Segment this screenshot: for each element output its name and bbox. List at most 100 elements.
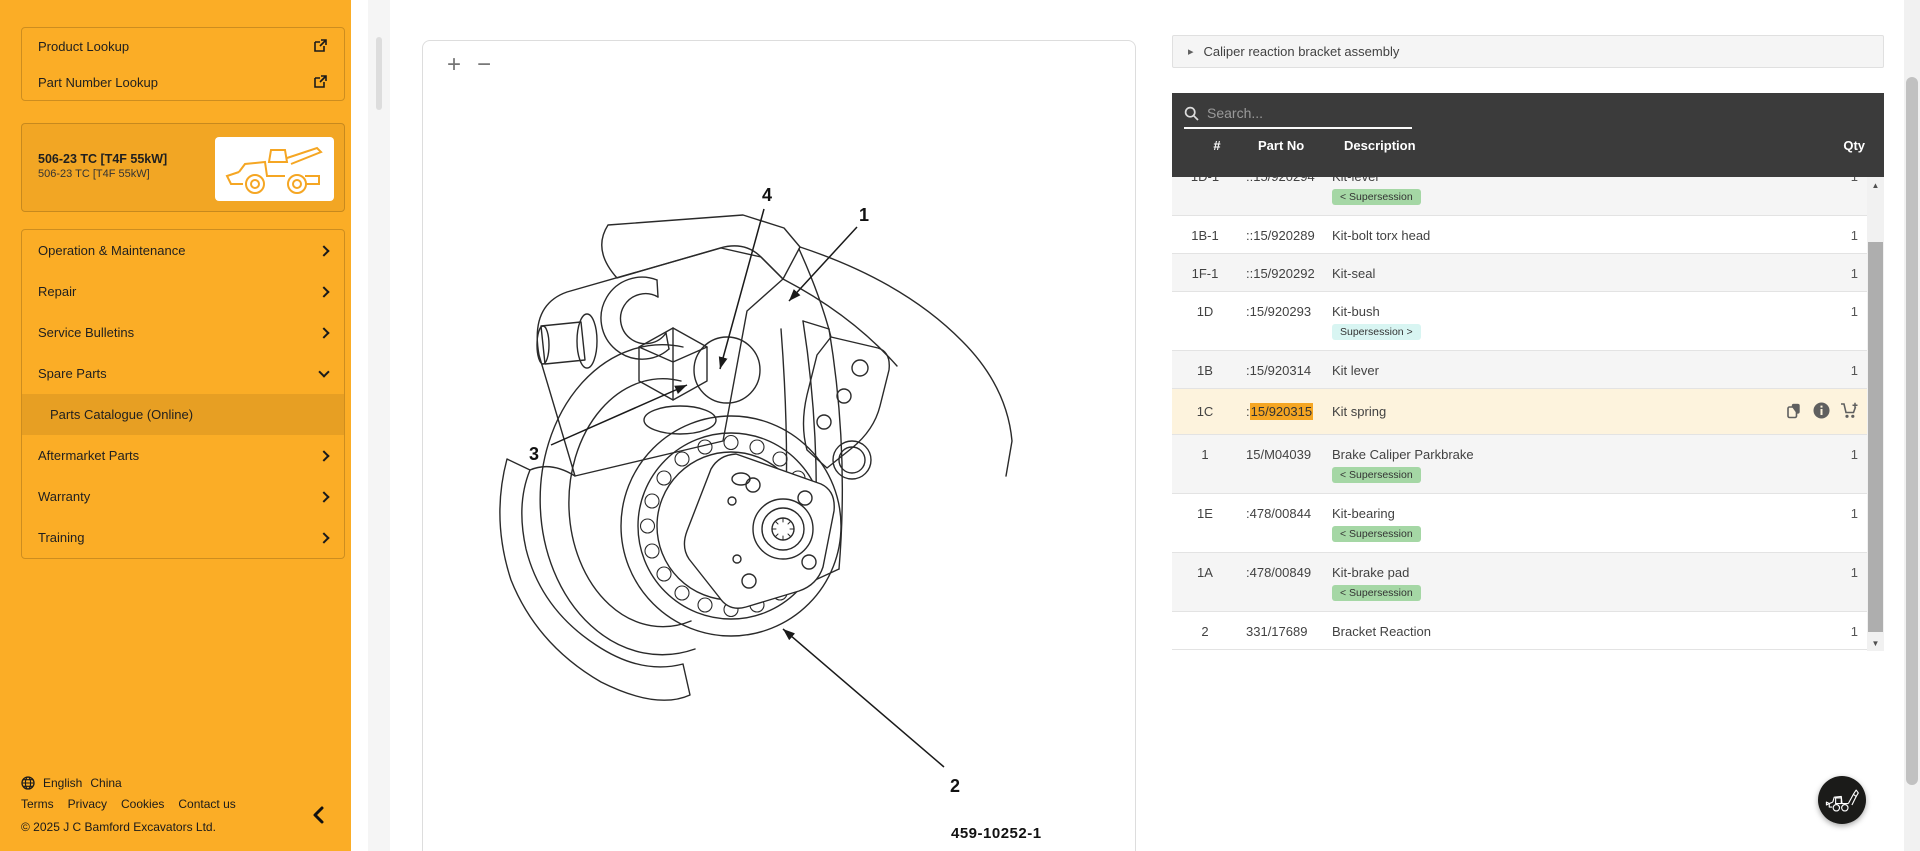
sidebar-menu-item[interactable]: Operation & Maintenance (22, 230, 344, 271)
parts-table-row[interactable]: 1D-1 ::15/920294 Kit-lever < Supersessio… (1172, 177, 1867, 216)
jcb-chat-button[interactable] (1818, 776, 1866, 824)
part-ref: 1C (1172, 404, 1238, 419)
parts-table-row[interactable]: 1A :478/00849 Kit-brake pad < Supersessi… (1172, 553, 1867, 612)
figure-number: 459-10252-1 (951, 825, 1042, 842)
scroll-down-button[interactable]: ▼ (1867, 635, 1884, 651)
row-action-icons (1786, 402, 1858, 419)
search-input[interactable] (1207, 105, 1397, 121)
chevron-left-icon (308, 803, 332, 827)
part-qty-cell: 1 (1777, 228, 1867, 243)
telehandler-image (225, 142, 325, 196)
parts-table-row[interactable]: 2 331/17689 Bracket Reaction 1 (1172, 612, 1867, 650)
page-scrollbar-thumb[interactable] (1906, 77, 1918, 785)
copy-icon[interactable] (1786, 402, 1803, 419)
sidebar-menu-item[interactable]: Training (22, 517, 344, 558)
assembly-header[interactable]: ▸ Caliper reaction bracket assembly (1172, 35, 1884, 68)
sidebar-menu-item-label: Spare Parts (38, 366, 107, 381)
supersession-badge[interactable]: Supersession > (1332, 324, 1421, 340)
parts-table-row[interactable]: 1F-1 ::15/920292 Kit-seal 1 (1172, 254, 1867, 292)
language-link[interactable]: English (43, 776, 82, 790)
legal-link[interactable]: Cookies (121, 797, 164, 811)
expand-arrow-icon: ▸ (1188, 45, 1194, 58)
jcb-digger-icon (1825, 787, 1859, 813)
language-link[interactable]: China (90, 776, 121, 790)
parts-panel: ▸ Caliper reaction bracket assembly # Pa… (1172, 35, 1884, 651)
parts-table-header: # Part No Description Qty (1172, 93, 1884, 177)
part-ref: 1B-1 (1172, 228, 1238, 243)
chevron-icon (318, 450, 329, 461)
lookup-item[interactable]: Product Lookup (22, 28, 344, 64)
parts-search (1184, 105, 1412, 129)
part-number: ::15/920292 (1238, 266, 1332, 281)
part-qty-cell: 1 (1777, 565, 1867, 580)
part-ref: 1B (1172, 363, 1238, 378)
parts-table-row[interactable]: 1E :478/00844 Kit-bearing < Supersession… (1172, 494, 1867, 553)
supersession-badge[interactable]: < Supersession (1332, 189, 1421, 205)
parts-table-row[interactable]: 1D :15/920293 Kit-bush Supersession > 1 (1172, 292, 1867, 351)
zoom-out-button[interactable]: − (477, 53, 491, 77)
sidebar-menu-item[interactable]: Warranty (22, 476, 344, 517)
supersession-badge[interactable]: < Supersession (1332, 526, 1421, 542)
part-ref: 1D (1172, 304, 1238, 319)
sidebar-menu-item[interactable]: Aftermarket Parts (22, 435, 344, 476)
part-description-cell: Kit-lever < Supersession (1332, 177, 1777, 205)
part-number: :478/00849 (1238, 565, 1332, 580)
exploded-parts-diagram[interactable]: 4 1 3 2 (431, 129, 1131, 829)
sidebar-menu-item-label: Operation & Maintenance (38, 243, 185, 258)
part-description-cell: Kit-seal (1332, 266, 1777, 281)
part-ref: 1 (1172, 447, 1238, 462)
callout-1: 1 (859, 205, 869, 225)
zoom-in-button[interactable]: + (447, 53, 461, 77)
sidebar-menu-item[interactable]: Repair (22, 271, 344, 312)
language-row: English China (21, 776, 122, 790)
part-description-cell: Bracket Reaction (1332, 624, 1777, 639)
part-description: Kit spring (1332, 404, 1386, 419)
globe-icon (21, 776, 35, 790)
part-qty: 1 (1851, 363, 1858, 378)
chevron-icon (318, 491, 329, 502)
part-ref: 2 (1172, 624, 1238, 639)
external-link-icon (312, 74, 328, 90)
info-icon[interactable] (1813, 402, 1830, 419)
machine-title: 506-23 TC [T4F 55kW] (38, 152, 215, 166)
supersession-badge[interactable]: < Supersession (1332, 467, 1421, 483)
part-qty-cell: 1 (1777, 304, 1867, 319)
machine-card[interactable]: 506-23 TC [T4F 55kW] 506-23 TC [T4F 55kW… (21, 123, 345, 212)
part-description: Kit-bush (1332, 304, 1380, 319)
part-number: :15/920314 (1238, 363, 1332, 378)
callout-3: 3 (529, 444, 539, 464)
legal-link[interactable]: Privacy (68, 797, 107, 811)
assembly-title: Caliper reaction bracket assembly (1204, 44, 1400, 59)
parts-table-row[interactable]: 1 15/M04039 Brake Caliper Parkbrake < Su… (1172, 435, 1867, 494)
part-description-cell: Kit lever (1332, 363, 1777, 378)
legal-link[interactable]: Terms (21, 797, 54, 811)
part-description: Kit-bearing (1332, 506, 1395, 521)
parts-table-row[interactable]: 1B :15/920314 Kit lever 1 (1172, 351, 1867, 389)
sidebar-menu-item-label: Warranty (38, 489, 90, 504)
table-column-headers: # Part No Description Qty (1184, 138, 1884, 153)
parts-list-scrollbar-thumb[interactable] (1868, 242, 1883, 632)
part-description-cell: Kit-bolt torx head (1332, 228, 1777, 243)
content-scrollbar-thumb[interactable] (376, 37, 382, 110)
sidebar-collapse-button[interactable] (308, 803, 332, 827)
legal-link[interactable]: Contact us (178, 797, 235, 811)
chevron-icon (318, 327, 329, 338)
add-to-cart-icon[interactable] (1840, 402, 1858, 419)
part-qty-cell: 1 (1777, 363, 1867, 378)
parts-table-row[interactable]: 1B-1 ::15/920289 Kit-bolt torx head 1 (1172, 216, 1867, 254)
lookup-item[interactable]: Part Number Lookup (22, 64, 344, 100)
machine-thumbnail (215, 137, 334, 201)
part-description-cell: Brake Caliper Parkbrake < Supersession (1332, 447, 1777, 483)
part-qty: 1 (1851, 565, 1858, 580)
sidebar-menu-item[interactable]: Parts Catalogue (Online) (22, 394, 344, 435)
part-qty: 1 (1851, 624, 1858, 639)
parts-table-row[interactable]: 1C :15/920315 Kit spring (1172, 389, 1867, 435)
sidebar-menu-item[interactable]: Spare Parts (22, 353, 344, 394)
column-description: Description (1344, 138, 1782, 153)
content-scrollbar-track (368, 0, 390, 851)
part-description: Brake Caliper Parkbrake (1332, 447, 1474, 462)
part-ref: 1F-1 (1172, 266, 1238, 281)
sidebar-menu-item[interactable]: Service Bulletins (22, 312, 344, 353)
scroll-up-button[interactable]: ▲ (1867, 177, 1884, 193)
supersession-badge[interactable]: < Supersession (1332, 585, 1421, 601)
